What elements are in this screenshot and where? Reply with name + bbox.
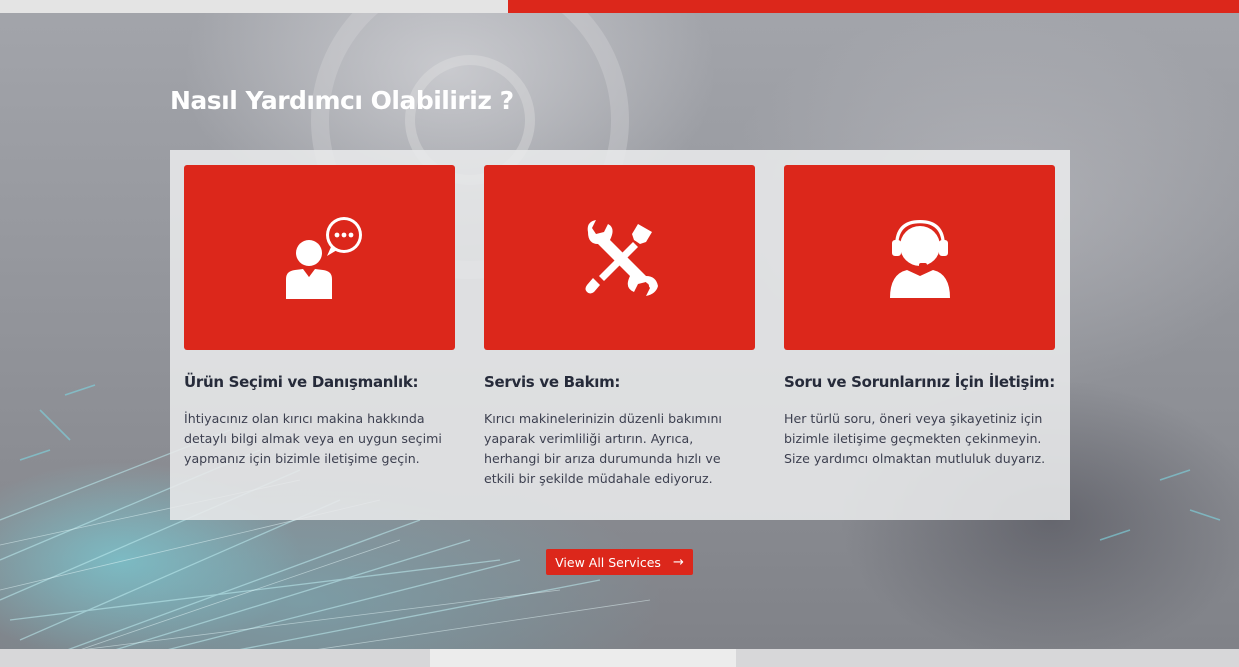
service-card-contact[interactable]: Soru ve Sorunlarınız İçin İletişim: Her …: [784, 165, 1055, 469]
service-card-consultation[interactable]: Ürün Seçimi ve Danışmanlık: İhtiyacınız …: [184, 165, 455, 469]
service-card-image: [484, 165, 755, 350]
service-card-description: Kırıcı makinelerinizin düzenli bakımını …: [484, 411, 722, 486]
service-card-title: Servis ve Bakım:: [484, 373, 621, 391]
arrow-right-icon: →: [672, 554, 684, 570]
headset-support-icon: [889, 219, 950, 298]
section-title: Nasıl Yardımcı Olabiliriz ?: [170, 86, 514, 115]
service-card-description: Her türlü soru, öneri veya şikayetiniz i…: [784, 411, 1046, 466]
wrench-screwdriver-icon: [585, 219, 658, 296]
next-section-image-edge: [430, 649, 736, 667]
service-card-image: [784, 165, 1055, 350]
service-card-maintenance[interactable]: Servis ve Bakım: Kırıcı makinelerinizin …: [484, 165, 755, 489]
consultation-chat-icon: [285, 216, 362, 299]
service-card-description: İhtiyacınız olan kırıcı makina hakkında …: [184, 411, 442, 466]
next-section-strip: [0, 649, 1239, 667]
top-bar-left: [0, 0, 508, 13]
service-card-image: [184, 165, 455, 350]
service-card-title: Ürün Seçimi ve Danışmanlık:: [184, 373, 419, 391]
view-all-services-button[interactable]: View All Services →: [546, 549, 693, 575]
top-bar-accent: [508, 0, 1239, 13]
service-card-title: Soru ve Sorunlarınız İçin İletişim:: [784, 373, 1055, 391]
view-all-services-label: View All Services: [555, 554, 661, 570]
